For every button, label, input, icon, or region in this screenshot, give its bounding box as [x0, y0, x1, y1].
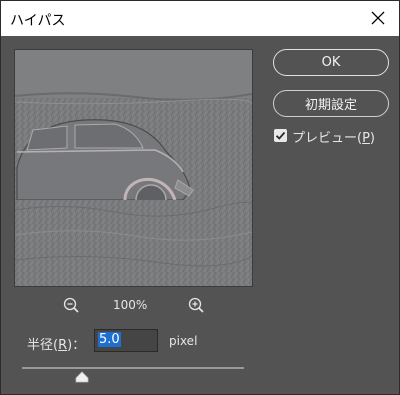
zoom-level: 100%: [113, 298, 148, 312]
zoom-in-button[interactable]: [186, 295, 208, 317]
zoom-out-icon: [63, 297, 79, 313]
zoom-out-button[interactable]: [61, 295, 83, 317]
close-button[interactable]: [365, 6, 391, 30]
radius-value: 5.0: [98, 332, 121, 347]
radius-slider-track[interactable]: [22, 367, 244, 369]
slider-thumb-icon: [75, 371, 89, 383]
radius-slider-thumb[interactable]: [75, 371, 89, 383]
ok-button[interactable]: OK: [273, 49, 389, 76]
preview-label: プレビュー(P): [292, 131, 375, 146]
dialog-title: ハイパス: [10, 13, 66, 29]
title-bar[interactable]: ハイパス: [1, 1, 399, 36]
preview-car-image: [15, 50, 252, 286]
close-icon: [371, 11, 385, 25]
zoom-in-icon: [188, 297, 204, 313]
radius-unit: pixel: [169, 334, 198, 348]
high-pass-dialog: ハイパス 100% 半径(R)： 5.0 pixel OK 初期設定 プレビュー…: [0, 0, 400, 395]
checkmark-icon: [275, 131, 286, 140]
radius-label: 半径(R)：: [27, 338, 86, 353]
reset-button[interactable]: 初期設定: [273, 90, 389, 117]
radius-input[interactable]: 5.0: [94, 329, 158, 352]
checkbox-box[interactable]: [274, 129, 287, 142]
zoom-controls: 100%: [61, 295, 211, 317]
preview-image[interactable]: [14, 49, 253, 287]
